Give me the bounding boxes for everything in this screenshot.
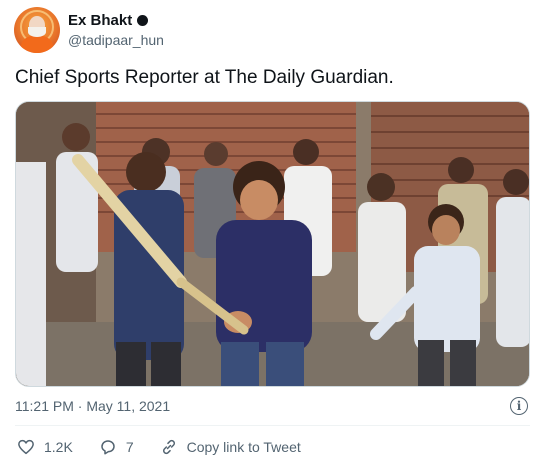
account-badge-icon — [137, 15, 149, 26]
tweet-photo[interactable] — [15, 101, 530, 387]
divider — [15, 425, 530, 426]
display-name[interactable]: Ex Bhakt — [68, 12, 132, 30]
tweet-card: Ex Bhakt @tadipaar_hun Chief Sports Repo… — [0, 0, 542, 464]
tweet-header: Ex Bhakt @tadipaar_hun — [14, 6, 164, 54]
info-icon[interactable]: i — [510, 397, 528, 415]
tweet-actions: 1.2K 7 Copy link to Tweet — [17, 436, 301, 458]
reply-count: 7 — [125, 439, 134, 455]
reply-bubble-icon — [101, 440, 115, 455]
reply-button[interactable]: 7 — [99, 438, 134, 456]
avatar-beard — [28, 27, 46, 37]
tweet-text: Chief Sports Reporter at The Daily Guard… — [15, 67, 394, 88]
link-icon — [162, 439, 175, 455]
like-button[interactable]: 1.2K — [17, 438, 73, 456]
profile-photo-icon[interactable] — [14, 7, 60, 53]
name-row: Ex Bhakt — [68, 12, 164, 30]
copy-link-button[interactable]: Copy link to Tweet — [160, 438, 301, 456]
copy-link-label: Copy link to Tweet — [186, 439, 301, 455]
like-count: 1.2K — [44, 439, 73, 455]
author-handle[interactable]: @tadipaar_hun — [68, 31, 164, 49]
photo-illustration — [16, 102, 529, 386]
author-names: Ex Bhakt @tadipaar_hun — [68, 12, 164, 49]
man-far-left — [16, 162, 46, 386]
avatar-robe — [21, 35, 53, 53]
heart-icon — [18, 439, 34, 455]
tweet-timestamp[interactable]: 11:21 PM · May 11, 2021 — [15, 397, 170, 415]
